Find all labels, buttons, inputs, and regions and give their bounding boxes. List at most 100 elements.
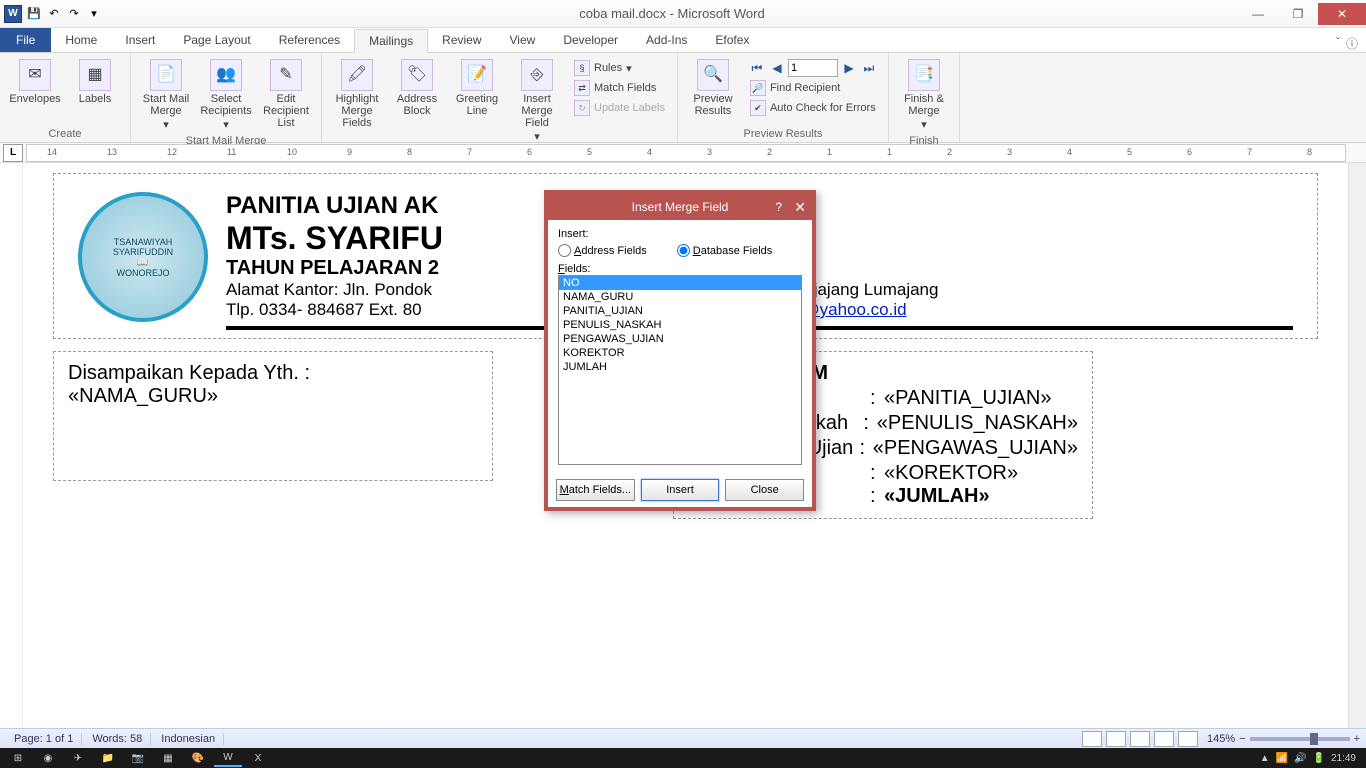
start-button[interactable]: ⊞ bbox=[4, 749, 32, 767]
close-dialog-button[interactable]: Close bbox=[725, 479, 804, 501]
quick-access-toolbar: W 💾 ↶ ↷ ▾ bbox=[0, 5, 106, 23]
maximize-button[interactable]: ❐ bbox=[1278, 3, 1318, 25]
find-recipient-button[interactable]: 🔎Find Recipient bbox=[748, 79, 878, 97]
tray-battery-icon[interactable]: 🔋 bbox=[1313, 753, 1325, 764]
record-input[interactable] bbox=[788, 59, 838, 77]
insert-merge-field-button[interactable]: ⎆Insert Merge Field▾ bbox=[508, 57, 566, 145]
insert-field-icon: ⎆ bbox=[521, 59, 553, 91]
tray-network-icon[interactable]: 📶 bbox=[1276, 753, 1288, 764]
status-words[interactable]: Words: 58 bbox=[84, 733, 151, 745]
match-fields-dialog-button[interactable]: Match Fields... bbox=[556, 479, 635, 501]
preview-icon: 🔍 bbox=[697, 59, 729, 91]
first-record-button[interactable]: ⏮ bbox=[748, 59, 766, 77]
field-option[interactable]: PANITIA_UJIAN bbox=[559, 304, 801, 318]
taskbar-paint-icon[interactable]: 🎨 bbox=[184, 749, 212, 767]
find-icon: 🔎 bbox=[750, 80, 766, 96]
ribbon-minimize-icon[interactable]: ˇ bbox=[1336, 35, 1340, 52]
undo-icon[interactable]: ↶ bbox=[46, 6, 62, 22]
help-icon[interactable]: ⓘ bbox=[1346, 35, 1358, 52]
greeting-line-button[interactable]: 📝Greeting Line bbox=[448, 57, 506, 119]
field-option[interactable]: JUMLAH bbox=[559, 360, 801, 374]
select-recipients-button[interactable]: 👥Select Recipients▾ bbox=[197, 57, 255, 133]
tab-home[interactable]: Home bbox=[51, 28, 111, 52]
labels-icon: ▦ bbox=[79, 59, 111, 91]
envelopes-button[interactable]: ✉Envelopes bbox=[6, 57, 64, 107]
tray-volume-icon[interactable]: 🔊 bbox=[1294, 753, 1306, 764]
tab-insert[interactable]: Insert bbox=[111, 28, 169, 52]
redo-icon[interactable]: ↷ bbox=[66, 6, 82, 22]
match-fields-button[interactable]: ⇄Match Fields bbox=[572, 79, 667, 97]
start-mail-merge-button[interactable]: 📄Start Mail Merge▾ bbox=[137, 57, 195, 133]
view-web-button[interactable] bbox=[1130, 731, 1150, 747]
tab-file[interactable]: File bbox=[0, 28, 51, 52]
tab-mailings[interactable]: Mailings bbox=[354, 29, 428, 53]
field-option[interactable]: PENGAWAS_UJIAN bbox=[559, 332, 801, 346]
tab-page-layout[interactable]: Page Layout bbox=[169, 28, 264, 52]
tab-view[interactable]: View bbox=[496, 28, 550, 52]
vertical-scrollbar[interactable] bbox=[1348, 163, 1366, 728]
finish-merge-button[interactable]: 📑Finish & Merge▾ bbox=[895, 57, 953, 133]
status-page[interactable]: Page: 1 of 1 bbox=[6, 733, 82, 745]
save-icon[interactable]: 💾 bbox=[26, 6, 42, 22]
auto-check-button[interactable]: ✔Auto Check for Errors bbox=[748, 99, 878, 117]
prev-record-button[interactable]: ◀ bbox=[768, 59, 786, 77]
field-option[interactable]: NAMA_GURU bbox=[559, 290, 801, 304]
mailmerge-icon: 📄 bbox=[150, 59, 182, 91]
preview-results-button[interactable]: 🔍Preview Results bbox=[684, 57, 742, 119]
edit-recipient-list-button[interactable]: ✎Edit Recipient List bbox=[257, 57, 315, 131]
tab-selector[interactable]: L bbox=[3, 144, 23, 162]
taskbar-word-icon[interactable]: W bbox=[214, 749, 242, 767]
field-option[interactable]: PENULIS_NASKAH bbox=[559, 318, 801, 332]
address-block-button[interactable]: 🏷Address Block bbox=[388, 57, 446, 119]
qat-dropdown-icon[interactable]: ▾ bbox=[86, 6, 102, 22]
zoom-out-button[interactable]: − bbox=[1239, 733, 1245, 745]
labels-button[interactable]: ▦Labels bbox=[66, 57, 124, 107]
database-fields-radio[interactable]: Database Fields bbox=[677, 244, 773, 257]
fields-label: Fields: bbox=[558, 263, 802, 275]
close-button[interactable]: ✕ bbox=[1318, 3, 1366, 25]
taskbar-excel-icon[interactable]: X bbox=[244, 749, 272, 767]
insert-dialog-button[interactable]: Insert bbox=[641, 479, 720, 501]
vertical-ruler[interactable] bbox=[3, 163, 23, 728]
taskbar: ⊞ ◉ ✈ 📁 📷 ▦ 🎨 W X ▲ 📶 🔊 🔋 21:49 bbox=[0, 748, 1366, 768]
zoom-slider[interactable] bbox=[1250, 737, 1350, 741]
tab-developer[interactable]: Developer bbox=[549, 28, 632, 52]
tray-clock[interactable]: 21:49 bbox=[1331, 753, 1356, 764]
field-option[interactable]: KOREKTOR bbox=[559, 346, 801, 360]
field-option[interactable]: NO bbox=[559, 276, 801, 290]
dialog-titlebar[interactable]: Insert Merge Field ? ✕ bbox=[548, 194, 812, 220]
highlight-fields-button[interactable]: 🖍Highlight Merge Fields bbox=[328, 57, 386, 131]
view-draft-button[interactable] bbox=[1178, 731, 1198, 747]
status-bar: Page: 1 of 1 Words: 58 Indonesian 145% −… bbox=[0, 728, 1366, 748]
view-outline-button[interactable] bbox=[1154, 731, 1174, 747]
dialog-help-icon[interactable]: ? bbox=[775, 200, 782, 214]
tab-references[interactable]: References bbox=[265, 28, 354, 52]
fields-listbox[interactable]: NONAMA_GURUPANITIA_UJIANPENULIS_NASKAHPE… bbox=[558, 275, 802, 465]
match-icon: ⇄ bbox=[574, 80, 590, 96]
greeting-icon: 📝 bbox=[461, 59, 493, 91]
minimize-button[interactable]: — bbox=[1238, 3, 1278, 25]
horizontal-ruler[interactable]: 141312111098765432112345678 bbox=[26, 144, 1346, 162]
view-fullscreen-button[interactable] bbox=[1106, 731, 1126, 747]
tab-review[interactable]: Review bbox=[428, 28, 495, 52]
zoom-in-button[interactable]: + bbox=[1354, 733, 1360, 745]
tab-addins[interactable]: Add-Ins bbox=[632, 28, 701, 52]
next-record-button[interactable]: ▶ bbox=[840, 59, 858, 77]
taskbar-telegram-icon[interactable]: ✈ bbox=[64, 749, 92, 767]
address-fields-radio[interactable]: Address Fields bbox=[558, 244, 647, 257]
title-bar: W 💾 ↶ ↷ ▾ coba mail.docx - Microsoft Wor… bbox=[0, 0, 1366, 28]
rules-icon: § bbox=[574, 60, 590, 76]
view-print-layout-button[interactable] bbox=[1082, 731, 1102, 747]
tab-efofex[interactable]: Efofex bbox=[701, 28, 763, 52]
rules-button[interactable]: §Rules ▾ bbox=[572, 59, 667, 77]
taskbar-explorer-icon[interactable]: 📁 bbox=[94, 749, 122, 767]
last-record-button[interactable]: ⏭ bbox=[860, 59, 878, 77]
tray-up-icon[interactable]: ▲ bbox=[1260, 753, 1270, 764]
status-language[interactable]: Indonesian bbox=[153, 733, 224, 745]
taskbar-chrome-icon[interactable]: ◉ bbox=[34, 749, 62, 767]
dialog-close-icon[interactable]: ✕ bbox=[794, 199, 806, 216]
zoom-value[interactable]: 145% bbox=[1207, 733, 1235, 745]
taskbar-app-icon[interactable]: ▦ bbox=[154, 749, 182, 767]
envelope-icon: ✉ bbox=[19, 59, 51, 91]
taskbar-instagram-icon[interactable]: 📷 bbox=[124, 749, 152, 767]
